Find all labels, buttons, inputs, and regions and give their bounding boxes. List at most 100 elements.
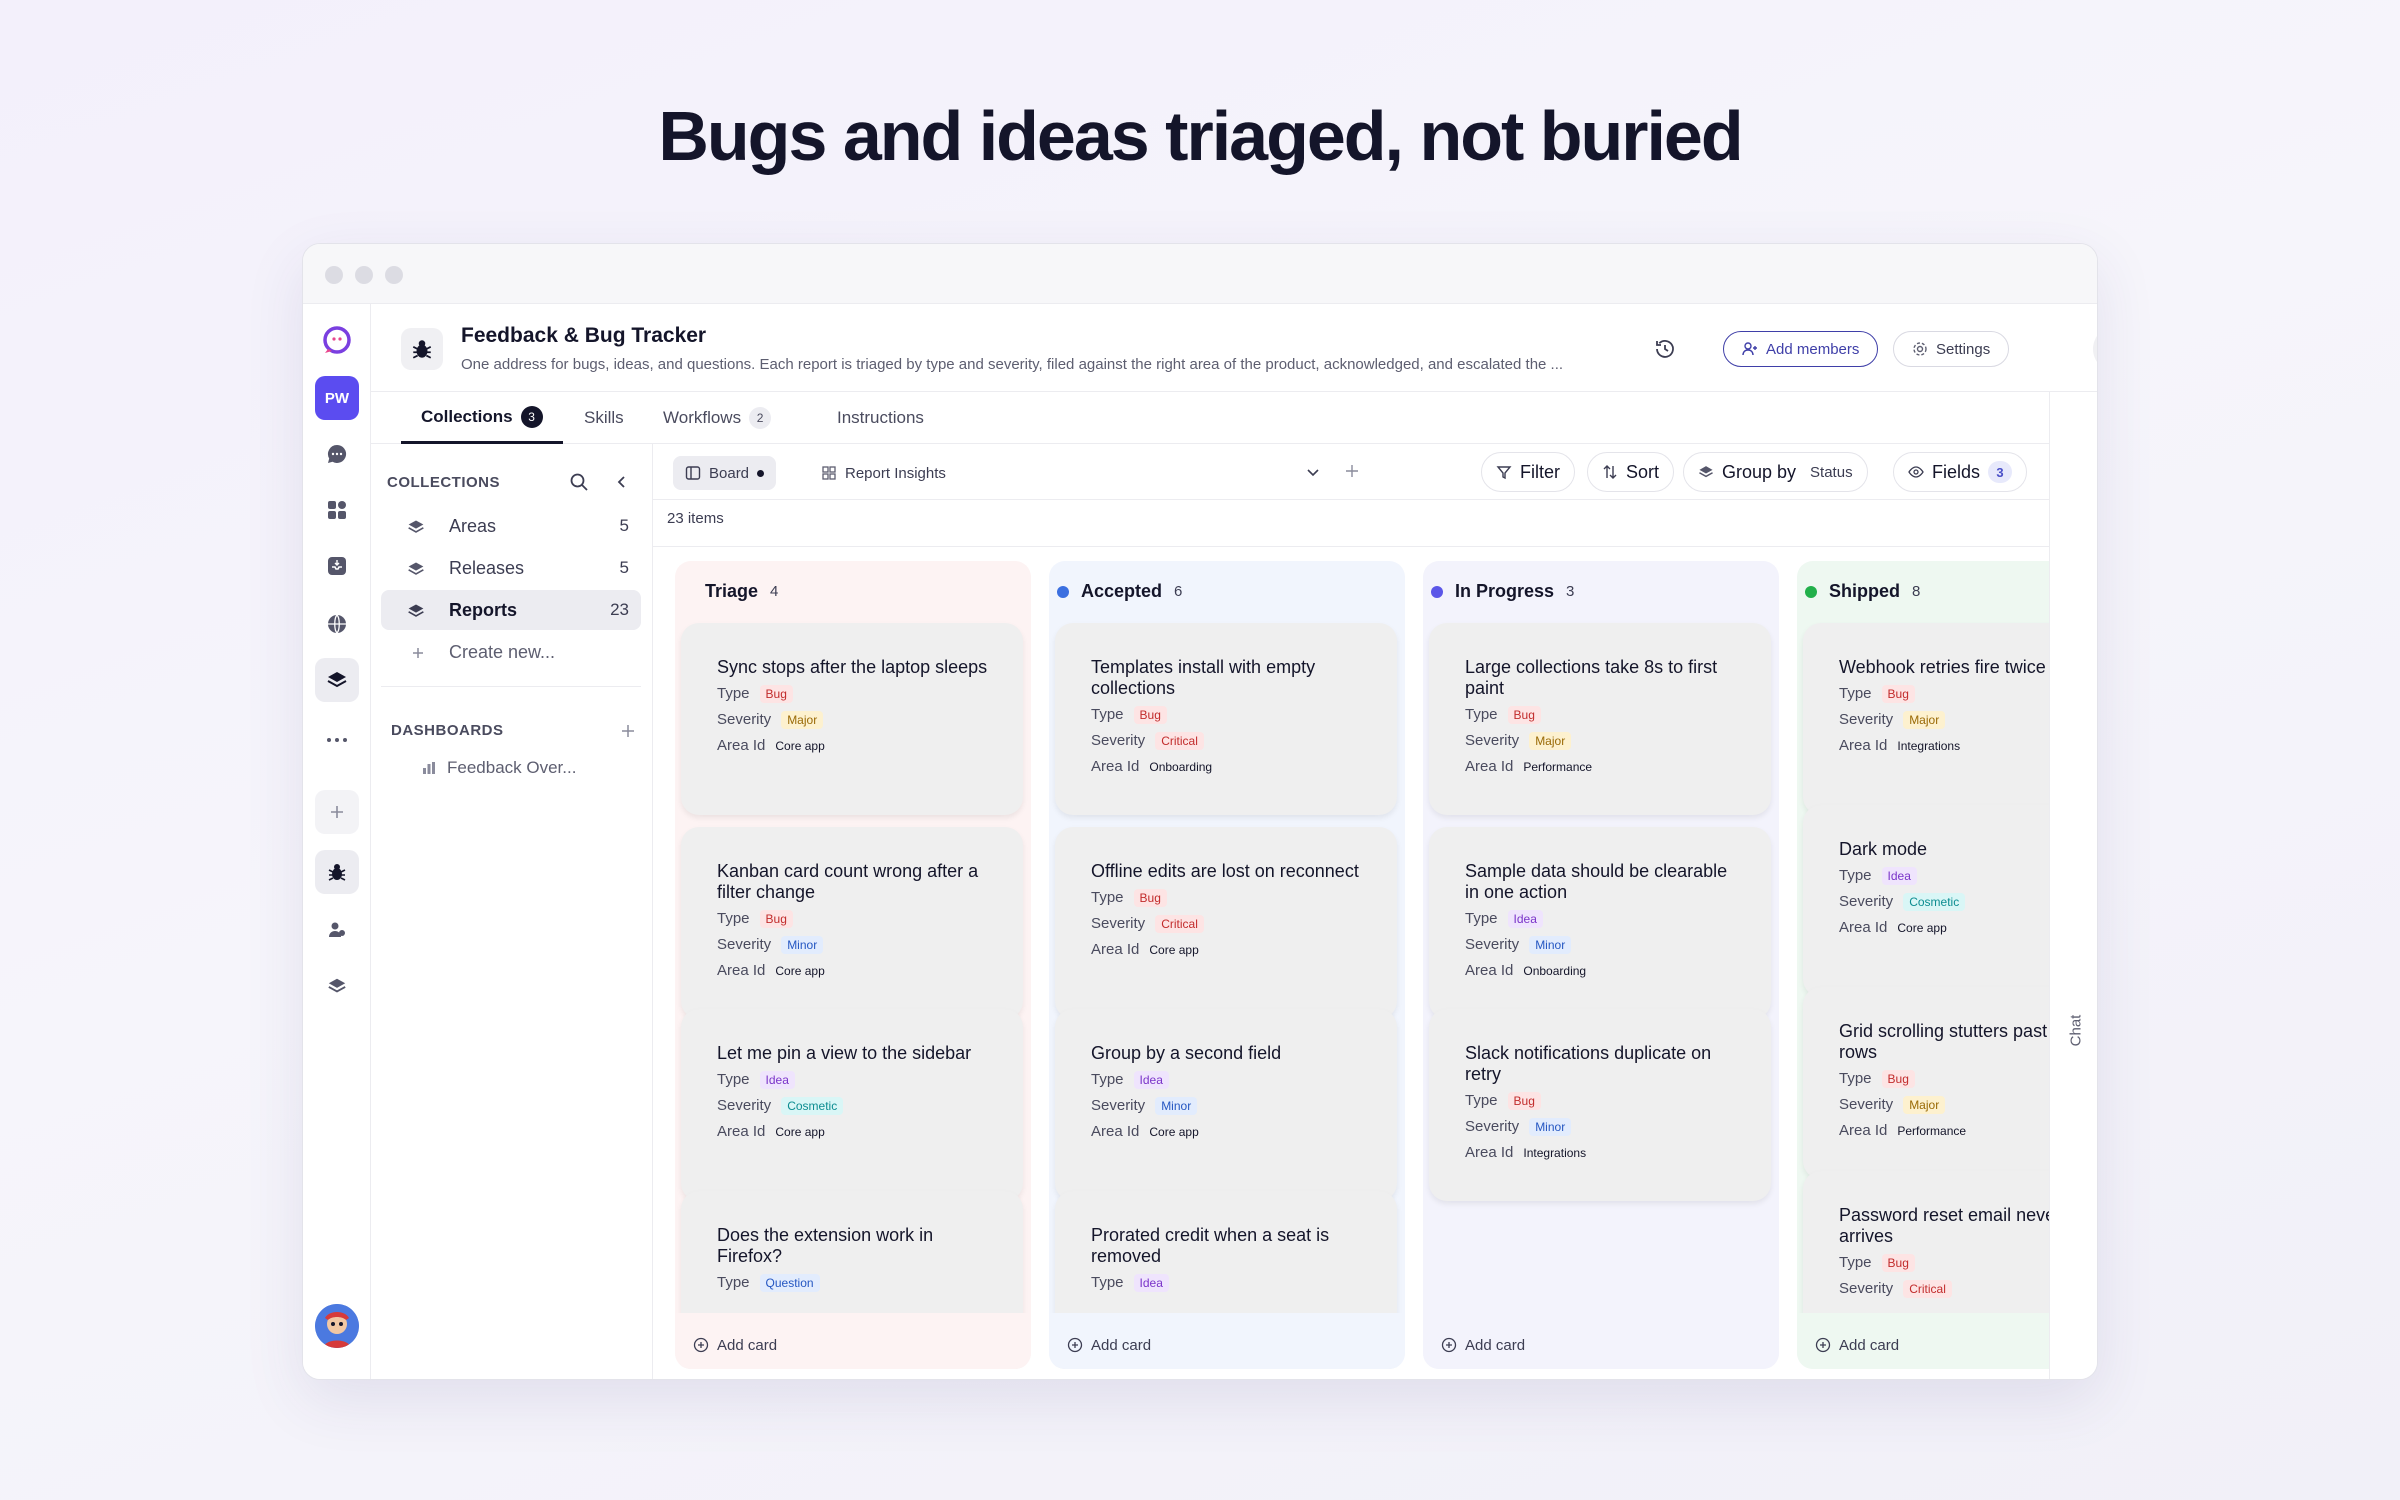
chat-bubble-icon[interactable] bbox=[315, 432, 359, 476]
insights-label: Report Insights bbox=[845, 464, 946, 482]
field-label: Type bbox=[717, 685, 750, 702]
notifications-button[interactable]: 2 bbox=[2093, 326, 2097, 372]
type-value: Bug bbox=[1507, 1091, 1541, 1110]
card-field-area: Area Id Performance bbox=[1839, 1120, 2049, 1141]
field-label: Type bbox=[1465, 1092, 1498, 1109]
add-members-button[interactable]: Add members bbox=[1723, 331, 1879, 367]
kanban-card[interactable]: Kanban card count wrong after a filter c… bbox=[681, 827, 1023, 1019]
sidebar-item-reports[interactable]: Reports 23 bbox=[381, 590, 641, 630]
add-card-button[interactable]: Add card bbox=[1815, 1333, 1899, 1357]
search-icon[interactable] bbox=[569, 472, 589, 497]
card-title: Webhook retries fire twice bbox=[1839, 657, 2046, 677]
board-label: Board bbox=[709, 464, 750, 482]
severity-value: Critical bbox=[1155, 914, 1204, 933]
window-minimize-dot[interactable] bbox=[355, 266, 373, 284]
fields-button[interactable]: Fields 3 bbox=[1893, 452, 2028, 492]
bug-app-icon[interactable] bbox=[315, 850, 359, 894]
create-new-button[interactable]: Create new... bbox=[381, 632, 641, 672]
kanban-card[interactable]: Group by a second field Type Idea Severity M… bbox=[1055, 1009, 1397, 1201]
dashboard-feedback-overview[interactable]: Feedback Over... bbox=[381, 748, 641, 788]
kanban-card[interactable]: Sync stops after the laptop sleeps Type Bu… bbox=[681, 623, 1023, 815]
add-icon[interactable] bbox=[315, 790, 359, 834]
add-view-icon[interactable] bbox=[1345, 464, 1359, 483]
type-value: Idea bbox=[1507, 909, 1543, 928]
severity-value: Major bbox=[1903, 710, 1946, 729]
view-report-insights-tab[interactable]: Report Insights bbox=[809, 456, 958, 490]
add-card-label: Add card bbox=[717, 1336, 778, 1354]
tab-collections[interactable]: Collections 3 bbox=[401, 392, 563, 444]
kanban-card[interactable]: Templates install with empty collections… bbox=[1055, 623, 1397, 815]
area-value: Performance bbox=[1523, 759, 1593, 774]
card-field-type: Type Idea bbox=[717, 1069, 995, 1090]
globe-icon[interactable] bbox=[315, 602, 359, 646]
kanban-card[interactable]: Sample data should be clearable in one a… bbox=[1429, 827, 1771, 1019]
field-label: Area Id bbox=[1465, 962, 1514, 979]
field-label: Type bbox=[717, 910, 750, 927]
field-label: Type bbox=[717, 1274, 750, 1291]
field-label: Severity bbox=[1091, 1097, 1146, 1114]
chat-label: Chat bbox=[2067, 1014, 2085, 1047]
kanban-card[interactable]: Dark mode Type Idea Severity Cosmetic Area Id… bbox=[1803, 805, 2049, 997]
field-label: Severity bbox=[1465, 936, 1520, 953]
workspace-avatar[interactable]: PW bbox=[315, 376, 359, 420]
field-label: Type bbox=[1839, 1254, 1872, 1271]
add-card-button[interactable]: Add card bbox=[693, 1333, 777, 1357]
window-maximize-dot[interactable] bbox=[385, 266, 403, 284]
kanban-card[interactable]: Offline edits are lost on reconnect Type B… bbox=[1055, 827, 1397, 1019]
area-value: Performance bbox=[1897, 1123, 1967, 1138]
type-value: Bug bbox=[1133, 888, 1167, 907]
tab-instructions[interactable]: Instructions bbox=[837, 392, 924, 444]
apps-grid-icon[interactable] bbox=[315, 488, 359, 532]
card-field-area: Area Id Core app bbox=[1839, 917, 2049, 938]
view-board-tab[interactable]: Board bbox=[673, 456, 777, 490]
tab-skills[interactable]: Skills bbox=[584, 392, 624, 444]
field-label: Area Id bbox=[1839, 737, 1888, 754]
inbox-icon[interactable] bbox=[315, 544, 359, 588]
field-label: Area Id bbox=[1839, 919, 1888, 936]
card-field-type: Type Idea bbox=[1839, 865, 2049, 886]
collections-heading: COLLECTIONS bbox=[387, 474, 500, 491]
sort-button[interactable]: Sort bbox=[1587, 452, 1675, 492]
sidebar-item-areas[interactable]: Areas 5 bbox=[381, 506, 641, 546]
eye-icon bbox=[1908, 466, 1924, 478]
board-column: In Progress 3 Large collections take 8s to… bbox=[1423, 561, 1779, 1369]
kanban-card[interactable]: Grid scrolling stutters past 500 rows Typ… bbox=[1803, 987, 2049, 1179]
kanban-card[interactable]: Large collections take 8s to first paint… bbox=[1429, 623, 1771, 815]
history-icon[interactable] bbox=[1653, 337, 1677, 361]
card-field-area: Area Id Core app bbox=[1091, 939, 1369, 960]
group-by-value: Status bbox=[1810, 463, 1853, 481]
card-field-severity: Severity Cosmetic bbox=[717, 1095, 995, 1116]
kanban-card[interactable]: Webhook retries fire twice Type Bug Severit… bbox=[1803, 623, 2049, 815]
collapse-sidebar-icon[interactable] bbox=[615, 474, 629, 495]
layers-icon[interactable] bbox=[315, 964, 359, 1008]
field-label: Severity bbox=[1465, 732, 1520, 749]
settings-button[interactable]: Settings bbox=[1893, 331, 2010, 367]
group-by-button[interactable]: Group by Status bbox=[1683, 452, 1868, 492]
user-avatar[interactable] bbox=[315, 1304, 359, 1348]
filter-button[interactable]: Filter bbox=[1481, 452, 1575, 492]
tab-workflows[interactable]: Workflows 2 bbox=[663, 392, 772, 444]
kanban-card[interactable]: Let me pin a view to the sidebar Type Idea… bbox=[681, 1009, 1023, 1201]
app-logo-icon[interactable] bbox=[315, 318, 359, 362]
type-value: Bug bbox=[1881, 1253, 1915, 1272]
chevron-down-icon[interactable] bbox=[1305, 464, 1321, 485]
add-dashboard-icon[interactable] bbox=[621, 724, 635, 743]
layers-icon bbox=[1699, 466, 1713, 478]
user-icon[interactable] bbox=[315, 908, 359, 952]
sidebar-item-label: Areas bbox=[449, 515, 497, 536]
card-field-severity: Severity Critical bbox=[1091, 730, 1369, 751]
severity-value: Critical bbox=[1155, 731, 1204, 750]
more-icon[interactable] bbox=[315, 718, 359, 762]
sort-label: Sort bbox=[1626, 461, 1660, 482]
chat-panel-toggle[interactable]: Chat bbox=[2049, 392, 2097, 1379]
add-card-button[interactable]: Add card bbox=[1441, 1333, 1525, 1357]
layers-icon bbox=[408, 520, 424, 533]
card-field-type: Type Bug bbox=[1839, 1068, 2049, 1089]
add-card-button[interactable]: Add card bbox=[1067, 1333, 1151, 1357]
window-close-dot[interactable] bbox=[325, 266, 343, 284]
column-count: 6 bbox=[1174, 583, 1183, 600]
kanban-card[interactable]: Slack notifications duplicate on retry Ty… bbox=[1429, 1009, 1771, 1201]
sidebar-item-releases[interactable]: Releases 5 bbox=[381, 548, 641, 588]
type-value: Idea bbox=[759, 1070, 795, 1089]
collections-layers-icon[interactable] bbox=[315, 658, 359, 702]
